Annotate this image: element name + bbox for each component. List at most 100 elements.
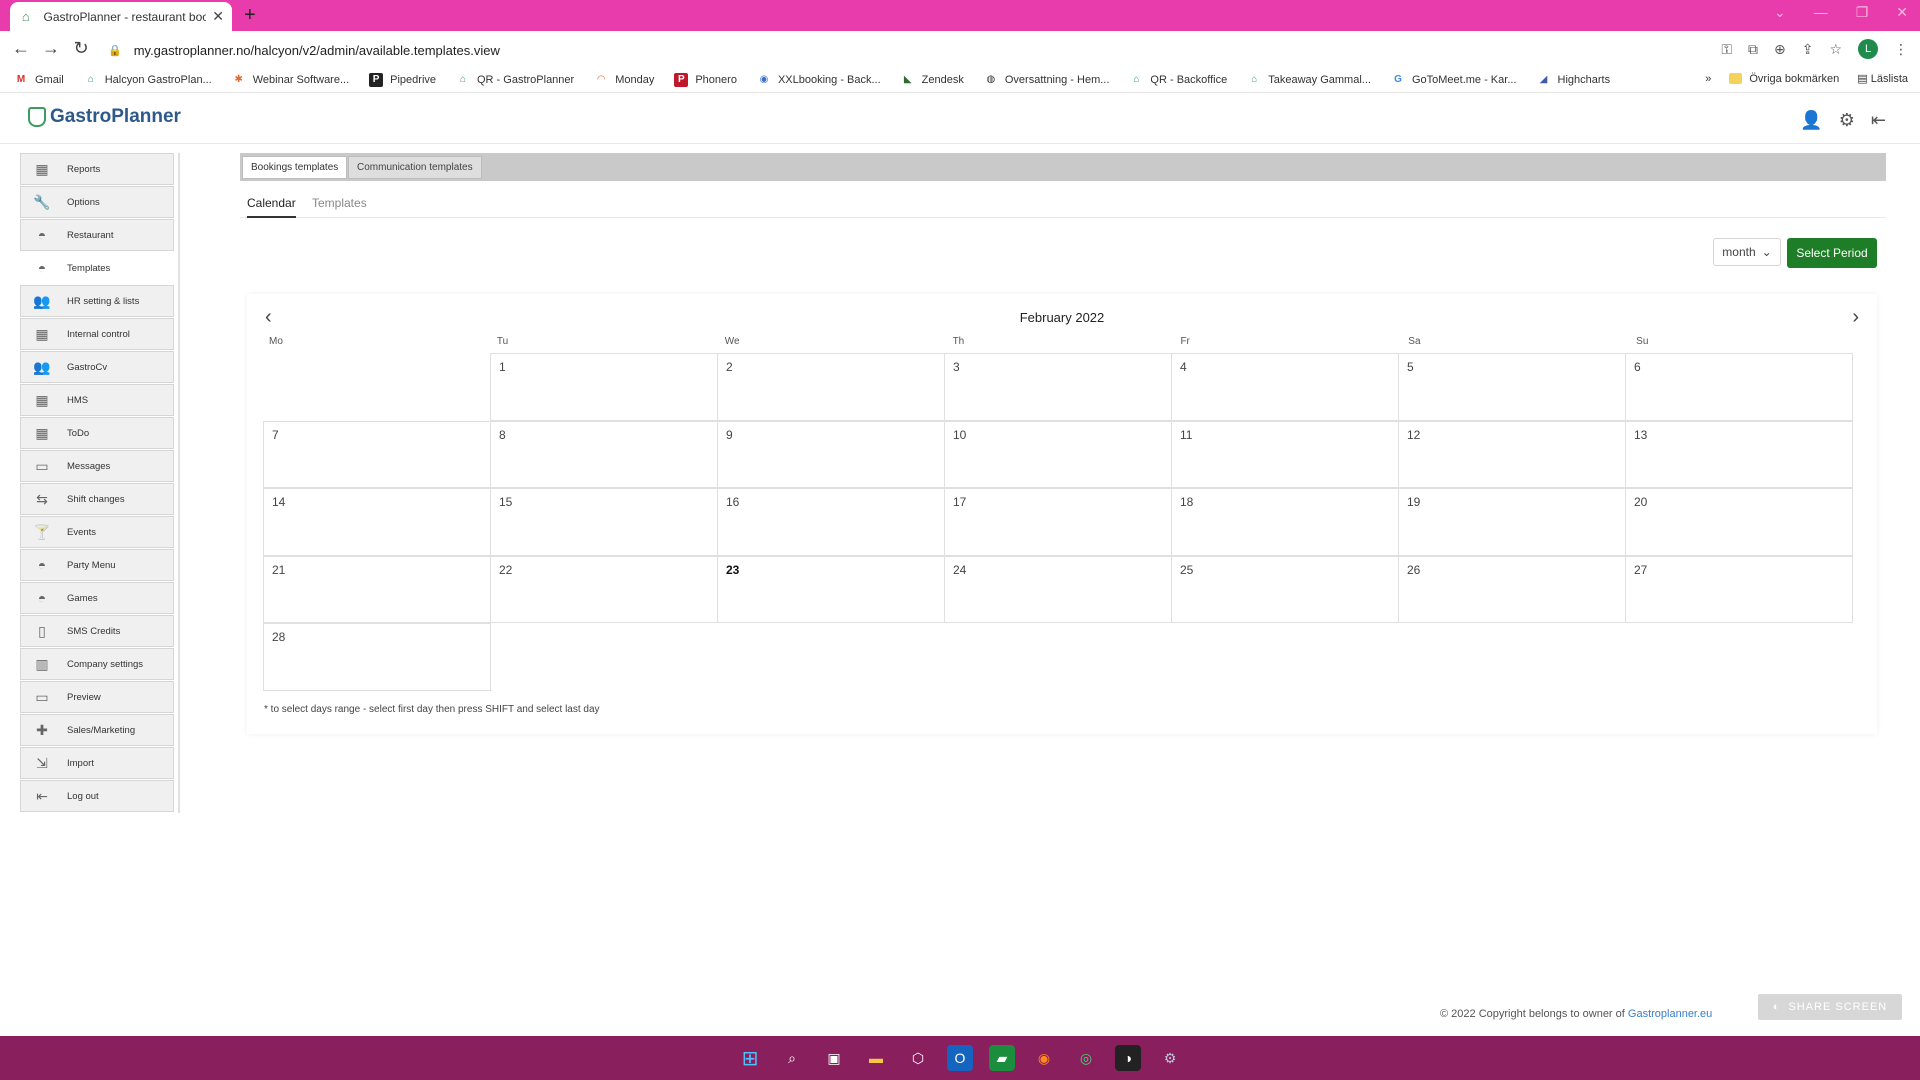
subtab-calendar[interactable]: Calendar — [247, 196, 296, 218]
view-select[interactable]: month ⌄ — [1713, 238, 1781, 266]
gastroplanner-link[interactable]: Gastroplanner.eu — [1628, 1008, 1712, 1020]
chrome-icon[interactable]: ◎ — [1073, 1045, 1099, 1071]
sidebar-item-messages[interactable]: ▭ Messages — [20, 450, 174, 482]
bookmark-item[interactable]: ⌂ Halcyon GastroPlan... — [84, 73, 212, 87]
calendar-day[interactable]: 14 — [263, 488, 491, 556]
sidebar-item-party-menu[interactable]: ◓ Party Menu — [20, 549, 174, 581]
gastroplanner-logo[interactable]: GastroPlanner — [28, 106, 181, 128]
sidebar-item-reports[interactable]: ▦ Reports — [20, 153, 174, 185]
sidebar-item-gastrocv[interactable]: 👥 GastroCv — [20, 351, 174, 383]
select-period-button[interactable]: Select Period — [1787, 238, 1877, 268]
calendar-day[interactable]: 6 — [1625, 353, 1853, 421]
bookmark-item[interactable]: ◠ Monday — [594, 73, 654, 87]
new-tab-icon[interactable]: + — [244, 4, 256, 27]
calendar-day[interactable]: 9 — [717, 420, 945, 488]
firefox-icon[interactable]: ◉ — [1031, 1045, 1057, 1071]
sidebar-item-shift-changes[interactable]: ⇆ Shift changes — [20, 483, 174, 515]
settings-gear-icon[interactable]: ⚙ — [1157, 1045, 1183, 1071]
calendar-day[interactable]: 22 — [490, 555, 718, 623]
next-month-icon[interactable]: › — [1852, 306, 1859, 329]
minimize-icon[interactable]: — — [1814, 4, 1828, 21]
calendar-day[interactable]: 20 — [1625, 488, 1853, 556]
bookmark-item[interactable]: P Pipedrive — [369, 72, 436, 87]
key-icon[interactable]: ⚿ — [1721, 41, 1732, 58]
zoom-icon[interactable]: ⊕ — [1774, 41, 1786, 58]
calendar-day[interactable]: 17 — [944, 488, 1172, 556]
calendar-day[interactable]: 23 — [717, 555, 945, 623]
lock-icon[interactable]: 🔒 — [108, 44, 122, 57]
calendar-day[interactable]: 12 — [1398, 420, 1626, 488]
app-hexagon-icon[interactable]: ⬡ — [905, 1045, 931, 1071]
calendar-day[interactable]: 24 — [944, 555, 1172, 623]
bookmark-item[interactable]: ⌂ Takeaway Gammal... — [1247, 73, 1371, 87]
sidebar-item-hms[interactable]: ▦ HMS — [20, 384, 174, 416]
calendar-day[interactable]: 7 — [263, 420, 491, 488]
calendar-day[interactable]: 28 — [263, 623, 491, 691]
bookmark-item[interactable]: ◉ XXLbooking - Back... — [757, 73, 881, 87]
gear-icon[interactable]: ⚙ — [1839, 110, 1855, 131]
file-explorer-icon[interactable]: ▬ — [863, 1045, 889, 1071]
sidebar-item-todo[interactable]: ▦ ToDo — [20, 417, 174, 449]
browser-tab[interactable]: ⌂ GastroPlanner - restaurant book ✕ — [10, 2, 232, 31]
subtab-templates[interactable]: Templates — [312, 196, 367, 216]
outlook-icon[interactable]: O — [947, 1045, 973, 1071]
sidebar-item-options[interactable]: 🔧 Options — [20, 186, 174, 218]
maximize-icon[interactable]: ❐ — [1856, 4, 1869, 21]
sidebar-item-sms-credits[interactable]: ▯ SMS Credits — [20, 615, 174, 647]
user-icon[interactable]: 👤 — [1800, 110, 1822, 131]
calendar-day[interactable]: 1 — [490, 353, 718, 421]
bookmark-item[interactable]: ⌂ QR - Backoffice — [1129, 73, 1227, 87]
chevron-down-icon[interactable]: ⌄ — [1774, 4, 1786, 21]
calendar-day[interactable]: 21 — [263, 555, 491, 623]
forward-icon[interactable]: → — [40, 38, 62, 59]
calendar-day[interactable]: 25 — [1171, 555, 1399, 623]
bookmark-item[interactable]: P Phonero — [674, 72, 737, 87]
sidebar-item-games[interactable]: ◓ Games — [20, 582, 174, 614]
back-icon[interactable]: ← — [10, 38, 32, 59]
sidebar-item-templates[interactable]: ◓ Templates — [20, 252, 174, 284]
calendar-day[interactable]: 18 — [1171, 488, 1399, 556]
tab-communication-templates[interactable]: Communication templates — [348, 156, 482, 179]
calendar-day[interactable]: 5 — [1398, 353, 1626, 421]
obs-icon[interactable]: ◑ — [1115, 1045, 1141, 1071]
calendar-day[interactable]: 2 — [717, 353, 945, 421]
windows-start-icon[interactable]: ⊞ — [737, 1045, 763, 1071]
calendar-day[interactable]: 3 — [944, 353, 1172, 421]
bookmark-item[interactable]: G GoToMeet.me - Kar... — [1391, 73, 1516, 87]
reading-list[interactable]: ▤ Läslista — [1857, 72, 1908, 85]
close-tab-icon[interactable]: ✕ — [212, 8, 224, 25]
bookmark-item[interactable]: ✱ Webinar Software... — [232, 73, 350, 87]
bookmark-item[interactable]: ⌂ QR - GastroPlanner — [456, 73, 574, 87]
logout-icon[interactable]: ⇤ — [1871, 110, 1886, 131]
calendar-day[interactable]: 11 — [1171, 420, 1399, 488]
calendar-day[interactable]: 19 — [1398, 488, 1626, 556]
translate-icon[interactable]: ⧉ — [1748, 41, 1758, 58]
task-view-icon[interactable]: ▣ — [821, 1045, 847, 1071]
sidebar-item-hr-setting-lists[interactable]: 👥 HR setting & lists — [20, 285, 174, 317]
sidebar-item-company-settings[interactable]: ▥ Company settings — [20, 648, 174, 680]
search-icon[interactable]: ⌕ — [779, 1045, 805, 1071]
chat-app-icon[interactable]: ▰ — [989, 1045, 1015, 1071]
reload-icon[interactable]: ↻ — [70, 38, 92, 59]
share-screen-button[interactable]: ◐ SHARE SCREEN — [1758, 994, 1902, 1020]
other-bookmarks[interactable]: Övriga bokmärken — [1729, 73, 1839, 85]
sidebar-item-preview[interactable]: ▭ Preview — [20, 681, 174, 713]
profile-avatar[interactable]: L — [1858, 39, 1878, 59]
bookmark-item[interactable]: ◢ Highcharts — [1537, 73, 1610, 87]
calendar-day[interactable]: 15 — [490, 488, 718, 556]
url-field[interactable]: 🔒 my.gastroplanner.no/halcyon/v2/admin/a… — [108, 39, 1668, 61]
calendar-day[interactable]: 16 — [717, 488, 945, 556]
calendar-day[interactable]: 4 — [1171, 353, 1399, 421]
sidebar-item-import[interactable]: ⇲ Import — [20, 747, 174, 779]
share-icon[interactable]: ⇪ — [1802, 41, 1814, 58]
sidebar-item-internal-control[interactable]: ▦ Internal control — [20, 318, 174, 350]
calendar-day[interactable]: 26 — [1398, 555, 1626, 623]
sidebar-item-restaurant[interactable]: ◓ Restaurant — [20, 219, 174, 251]
more-menu-icon[interactable]: ⋮ — [1894, 41, 1908, 58]
calendar-day[interactable]: 13 — [1625, 420, 1853, 488]
bookmarks-overflow-icon[interactable]: » — [1705, 73, 1711, 85]
bookmark-item[interactable]: M Gmail — [14, 73, 64, 87]
calendar-day[interactable]: 27 — [1625, 555, 1853, 623]
bookmark-item[interactable]: ◍ Oversattning - Hem... — [984, 73, 1110, 87]
tab-bookings-templates[interactable]: Bookings templates — [242, 156, 348, 179]
